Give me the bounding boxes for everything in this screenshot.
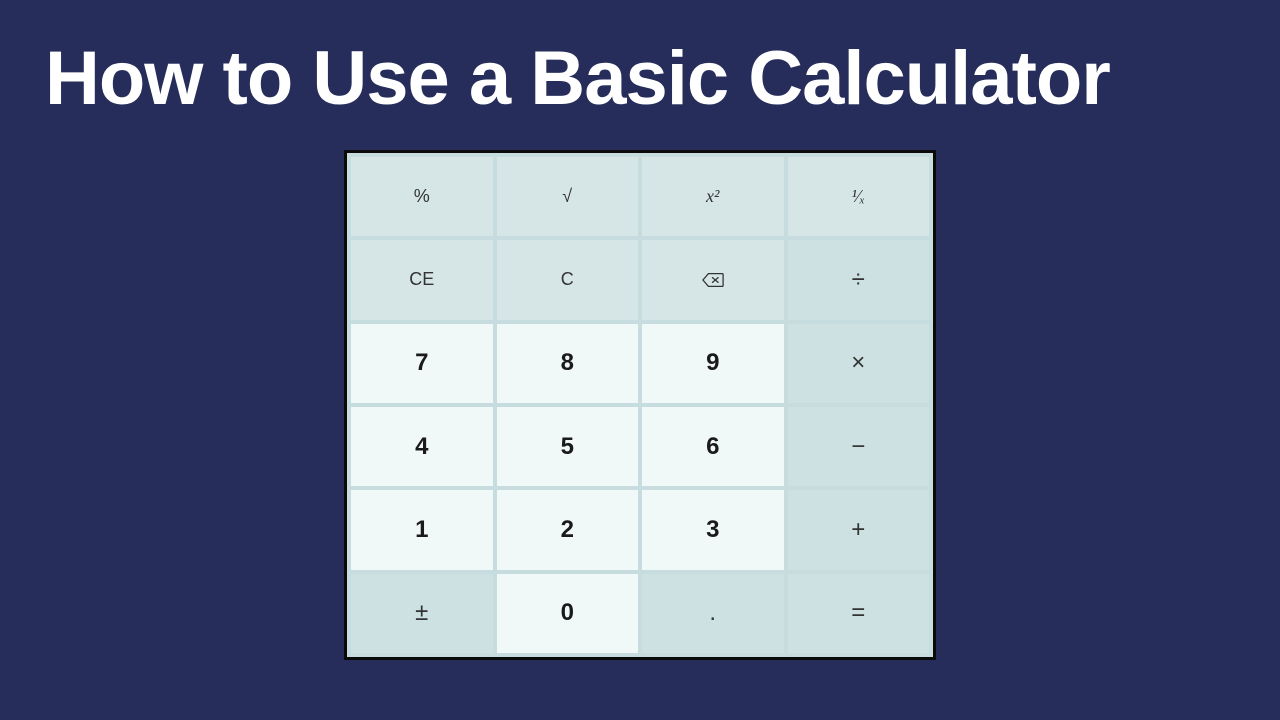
backspace-button[interactable] [642,240,784,319]
digit-2-button[interactable]: 2 [497,490,639,569]
subtract-button[interactable]: − [788,407,930,486]
multiply-button[interactable]: × [788,324,930,403]
digit-9-button[interactable]: 9 [642,324,784,403]
calculator-keypad: % √ x² ¹⁄ₓ CE C ÷ 7 8 9 × 4 5 6 − 1 2 3 … [344,150,936,660]
digit-4-button[interactable]: 4 [351,407,493,486]
reciprocal-button[interactable]: ¹⁄ₓ [788,157,930,236]
equals-button[interactable]: = [788,574,930,653]
digit-0-button[interactable]: 0 [497,574,639,653]
divide-button[interactable]: ÷ [788,240,930,319]
digit-6-button[interactable]: 6 [642,407,784,486]
clear-entry-button[interactable]: CE [351,240,493,319]
digit-1-button[interactable]: 1 [351,490,493,569]
percent-button[interactable]: % [351,157,493,236]
clear-button[interactable]: C [497,240,639,319]
plus-minus-button[interactable]: ± [351,574,493,653]
digit-8-button[interactable]: 8 [497,324,639,403]
square-button[interactable]: x² [642,157,784,236]
add-button[interactable]: + [788,490,930,569]
calculator-container: % √ x² ¹⁄ₓ CE C ÷ 7 8 9 × 4 5 6 − 1 2 3 … [0,150,1280,660]
sqrt-button[interactable]: √ [497,157,639,236]
digit-3-button[interactable]: 3 [642,490,784,569]
digit-7-button[interactable]: 7 [351,324,493,403]
digit-5-button[interactable]: 5 [497,407,639,486]
backspace-icon [702,272,724,288]
decimal-button[interactable]: . [642,574,784,653]
page-title: How to Use a Basic Calculator [0,0,1280,150]
